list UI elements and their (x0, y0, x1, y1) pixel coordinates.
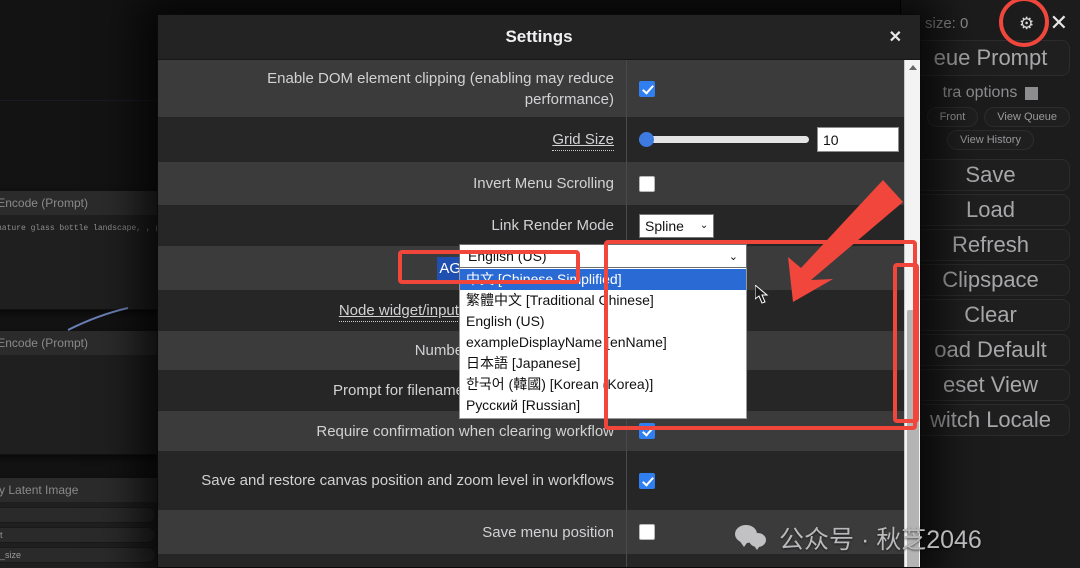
extra-options-row[interactable]: tra options (911, 79, 1070, 107)
option-chinese-simplified[interactable]: 中文 [Chinese Simplified] (460, 269, 746, 290)
page-title: Settings (505, 27, 573, 46)
link-render-mode-value: Spline (645, 217, 684, 234)
close-icon[interactable]: ✕ (1050, 12, 1068, 34)
grid-size-input[interactable]: 10 (817, 127, 899, 152)
chevron-down-icon: ⌄ (699, 220, 709, 231)
settings-gear-button[interactable]: ⚙ (1014, 10, 1040, 36)
node-title: Empty Latent Image (0, 478, 164, 502)
setting-label: Enable DOM element clipping (enabling ma… (267, 69, 614, 108)
setting-label: Grid Size (158, 117, 626, 162)
setting-label: Save and restore canvas position and zoo… (201, 472, 614, 489)
view-history-button[interactable]: View History (947, 130, 1034, 150)
option-korean[interactable]: 한국어 (韓國) [Korean (Korea)] (460, 374, 746, 395)
save-restore-canvas-checkbox[interactable] (639, 472, 655, 489)
scroll-up-arrow-icon[interactable] (908, 65, 917, 70)
link-render-mode-select[interactable]: Spline ⌄ (639, 213, 715, 238)
option-traditional-chinese[interactable]: 繁體中文 [Traditional Chinese] (460, 290, 746, 311)
extra-options-label: tra options (942, 84, 1018, 101)
node-prompt-text: termark (0, 363, 161, 375)
setting-row-grid-size[interactable]: Grid Size 10 (158, 117, 920, 162)
canvas-node-clip-text-encode-1[interactable]: P Text Encode (Prompt) l scenery nature … (0, 190, 170, 310)
setting-row-dom-clipping[interactable]: Enable DOM element clipping (enabling ma… (158, 60, 920, 117)
language-option-list[interactable]: 中文 [Chinese Simplified] 繁體中文 [Traditiona… (459, 268, 747, 419)
canvas-node-empty-latent-image[interactable]: Empty Latent Image width height batch_si… (0, 477, 165, 568)
sidebar-pill-row-1: Front View Queue (911, 107, 1070, 127)
setting-label: Save menu position (482, 523, 614, 541)
dialog-scrollbar[interactable] (904, 60, 920, 567)
setting-control[interactable] (626, 162, 920, 205)
extra-options-checkbox[interactable] (1025, 86, 1039, 100)
gear-icon[interactable]: ⚙ (1019, 15, 1034, 32)
node-prompt-text: l scenery nature glass bottle landscape,… (0, 224, 161, 233)
dom-clipping-checkbox[interactable] (639, 80, 655, 97)
language-select-field[interactable]: English (US) ⌄ (459, 244, 747, 268)
chevron-down-icon: ⌄ (728, 250, 738, 263)
option-japanese[interactable]: 日本語 [Japanese] (460, 353, 746, 374)
reset-view-button[interactable]: eset View (911, 369, 1070, 401)
dialog-header: Settings ✕ (158, 15, 920, 60)
queue-front-button[interactable]: Front (926, 107, 979, 127)
clipspace-button[interactable]: Clipspace (911, 264, 1070, 296)
dialog-close-icon[interactable]: ✕ (889, 27, 902, 47)
setting-row-link-render-mode[interactable]: Link Render Mode Spline ⌄ (158, 205, 920, 246)
view-queue-button[interactable]: View Queue (984, 107, 1070, 127)
save-button[interactable]: Save (911, 159, 1070, 191)
require-confirmation-checkbox[interactable] (639, 423, 655, 439)
wechat-icon (735, 525, 769, 551)
watermark: 公众号 · 秋芝2046 (735, 520, 982, 556)
queue-prompt-button[interactable]: eue Prompt (911, 40, 1070, 76)
node-widget-width[interactable]: width (0, 507, 156, 523)
option-english-us[interactable]: English (US) (460, 311, 746, 332)
language-select-value: English (US) (468, 248, 547, 264)
clear-button[interactable]: Clear (911, 299, 1070, 331)
grid-size-slider[interactable] (639, 132, 809, 147)
setting-label: Invert Menu Scrolling (473, 175, 614, 192)
option-russian[interactable]: Русский [Russian] (460, 395, 746, 416)
grid-size-label: Grid Size (552, 129, 614, 151)
node-title: P Text Encode (Prompt) (0, 331, 169, 355)
setting-row-invert-menu-scrolling[interactable]: Invert Menu Scrolling (158, 162, 920, 205)
setting-control[interactable]: 10 (626, 117, 920, 162)
node-widget-height[interactable]: height (0, 527, 156, 543)
node-title: P Text Encode (Prompt) (0, 191, 169, 215)
option-example-display-name[interactable]: exampleDisplayName [enName] (460, 332, 746, 353)
switch-locale-button[interactable]: witch Locale (911, 404, 1070, 436)
invert-menu-scrolling-checkbox[interactable] (639, 175, 655, 192)
language-select[interactable]: English (US) ⌄ 中文 [Chinese Simplified] 繁… (459, 244, 747, 419)
comfy-menu-sidebar[interactable]: size: 0 ⚙ ✕ eue Prompt tra options Front… (900, 0, 1080, 568)
watermark-text: 公众号 · 秋芝2046 (779, 526, 982, 554)
sidebar-pill-row-2: View History (911, 130, 1070, 150)
refresh-button[interactable]: Refresh (911, 229, 1070, 261)
node-widget-batch-size[interactable]: batch_size (0, 547, 156, 563)
sidebar-top-row: size: 0 ⚙ ✕ (911, 6, 1070, 40)
setting-control[interactable] (626, 60, 920, 117)
setting-control[interactable]: Spline ⌄ (626, 205, 920, 246)
setting-label: Link Render Mode (491, 217, 614, 234)
slider-thumb[interactable] (639, 132, 654, 147)
load-button[interactable]: Load (911, 194, 1070, 226)
save-menu-position-checkbox[interactable] (639, 524, 655, 540)
canvas-node-clip-text-encode-2[interactable]: P Text Encode (Prompt) termark (0, 330, 170, 455)
setting-control[interactable] (626, 451, 920, 510)
load-default-button[interactable]: oad Default (911, 334, 1070, 366)
setting-label-empty (158, 554, 626, 567)
setting-row-save-restore-canvas[interactable]: Save and restore canvas position and zoo… (158, 451, 920, 510)
